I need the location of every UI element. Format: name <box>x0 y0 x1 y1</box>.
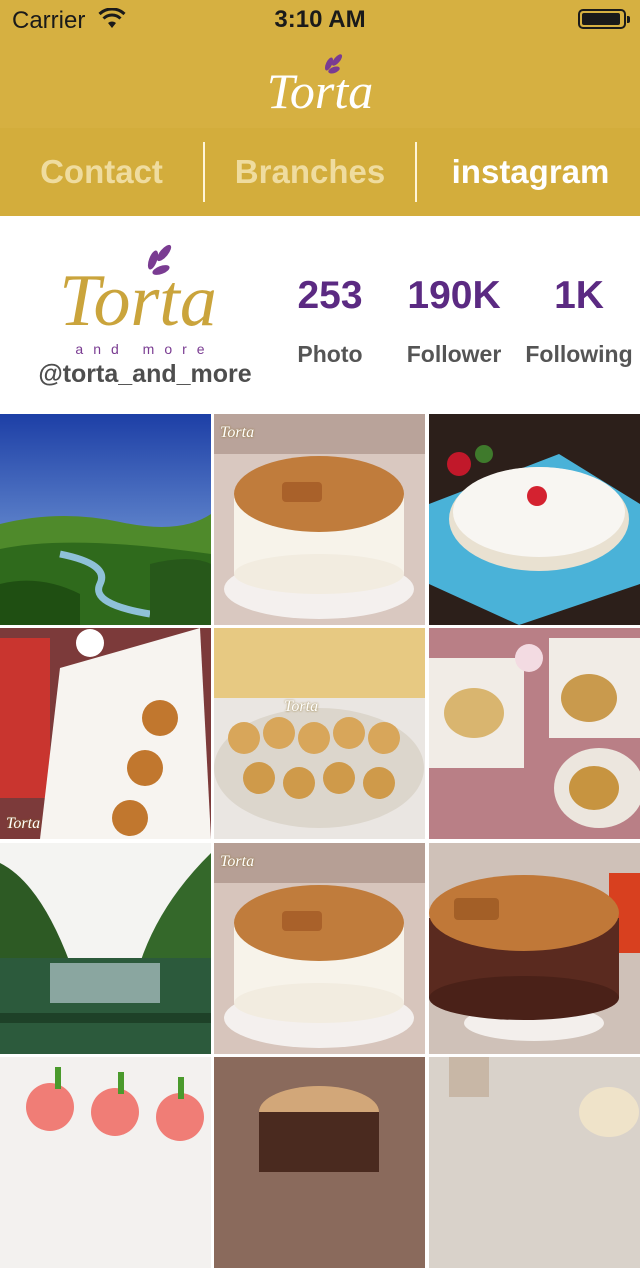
stat-label: Follower <box>406 341 502 367</box>
photo-tile[interactable] <box>429 1057 640 1268</box>
chocolate-cake-photo <box>429 843 640 1054</box>
stat-following[interactable]: 1K Following <box>522 276 636 368</box>
river-photo <box>0 843 211 1054</box>
stat-value: 190K <box>407 274 501 317</box>
photo-tile[interactable]: Torta <box>214 628 425 839</box>
photo-tile[interactable]: Torta <box>214 843 425 1054</box>
stat-label: Photo <box>297 341 363 367</box>
photo-grid: Torta Torta Torta Torta <box>0 414 640 1268</box>
stat-value: 1K <box>554 274 604 317</box>
tab-branches[interactable]: Branches <box>205 128 415 216</box>
stat-label: Following <box>525 341 633 367</box>
pastries-photo <box>429 1057 640 1268</box>
landscape-photo <box>0 414 211 625</box>
photo-tile[interactable] <box>429 628 640 839</box>
photo-tile[interactable] <box>0 414 211 625</box>
photo-tile[interactable] <box>0 843 211 1054</box>
brand-title: Torta <box>267 63 374 119</box>
brand-logo: Torta <box>0 50 640 125</box>
stat-followers[interactable]: 190K Follower <box>393 276 515 368</box>
cake-slice-photo <box>214 1057 425 1268</box>
sugar-buns-photo <box>429 628 640 839</box>
photo-tile[interactable]: Torta <box>0 628 211 839</box>
tab-contact[interactable]: Contact <box>0 128 203 216</box>
stat-value: 253 <box>297 274 363 317</box>
photo-tile[interactable] <box>429 843 640 1054</box>
photo-tile[interactable]: Torta <box>214 414 425 625</box>
photo-watermark: Torta <box>220 424 255 441</box>
photo-watermark: Torta <box>220 853 255 870</box>
logo-text: Torta <box>59 260 217 342</box>
profile-logo: Torta and more <box>59 244 217 357</box>
cupcakes-photo <box>0 1057 211 1268</box>
battery-icon <box>578 9 630 29</box>
clock: 3:10 AM <box>274 6 366 33</box>
profile-header: Torta and more @torta_and_more 253 Photo… <box>0 216 640 414</box>
logo-subtext: and more <box>75 341 214 357</box>
tab-instagram[interactable]: instagram <box>417 128 640 216</box>
cheesecake-photo <box>214 843 425 1054</box>
photo-watermark: Torta <box>284 698 319 715</box>
stat-photos[interactable]: 253 Photo <box>280 276 380 368</box>
status-bar: Carrier 3:10 AM <box>0 0 640 40</box>
photo-tile[interactable] <box>429 414 640 625</box>
photo-tile[interactable] <box>214 1057 425 1268</box>
mini-cookies-photo <box>0 628 211 839</box>
photo-tile[interactable] <box>0 1057 211 1268</box>
photo-watermark: Torta <box>6 815 41 832</box>
strawberry-cake-photo <box>429 414 640 625</box>
top-bar: Carrier 3:10 AM Torta <box>0 0 640 128</box>
profile-handle[interactable]: @torta_and_more <box>0 360 290 389</box>
sandwich-buns-photo <box>214 628 425 839</box>
cheesecake-photo <box>214 414 425 625</box>
segmented-tabs: Contact Branches instagram <box>0 128 640 216</box>
